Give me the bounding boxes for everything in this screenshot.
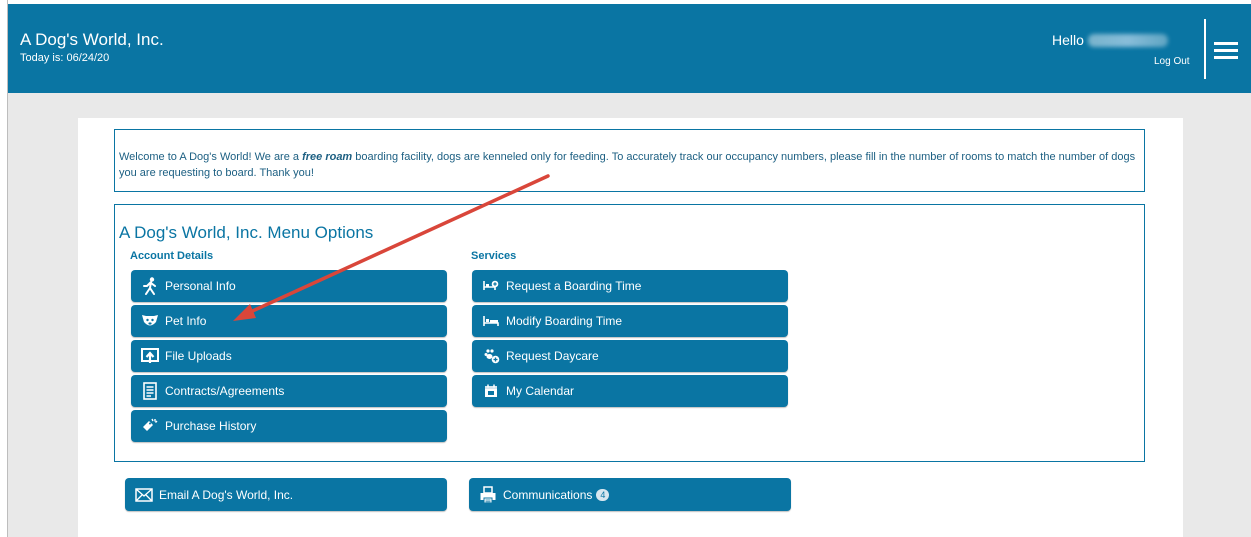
hamburger-menu-icon[interactable] bbox=[1214, 42, 1238, 60]
request-boarding-time-button[interactable]: Request a Boarding Time bbox=[472, 270, 788, 302]
dog-face-icon bbox=[141, 312, 159, 330]
bed-plus-icon bbox=[482, 277, 500, 295]
upload-icon bbox=[141, 347, 159, 365]
account-details-label: Account Details bbox=[130, 250, 214, 262]
request-boarding-time-label: Request a Boarding Time bbox=[506, 279, 642, 293]
paws-plus-icon bbox=[482, 347, 500, 365]
envelope-icon bbox=[135, 486, 153, 504]
personal-info-label: Personal Info bbox=[165, 279, 236, 293]
contracts-agreements-button[interactable]: Contracts/Agreements bbox=[131, 375, 447, 407]
main-content: Welcome to A Dog's World! We are a free … bbox=[78, 118, 1183, 537]
services-label: Services bbox=[471, 250, 517, 262]
price-tag-icon bbox=[141, 417, 159, 435]
window-left-edge bbox=[0, 0, 8, 537]
greeting: Hello bbox=[1052, 32, 1168, 48]
blurred-user-name bbox=[1087, 34, 1168, 47]
pet-info-label: Pet Info bbox=[165, 314, 207, 328]
document-icon bbox=[141, 382, 159, 400]
communications-label: Communications bbox=[503, 487, 593, 502]
communications-button[interactable]: Communications 4 bbox=[469, 478, 791, 511]
welcome-message: Welcome to A Dog's World! We are a free … bbox=[114, 129, 1145, 192]
header-divider bbox=[1204, 19, 1206, 79]
file-uploads-button[interactable]: File Uploads bbox=[131, 340, 447, 372]
running-person-icon bbox=[141, 277, 159, 295]
modify-boarding-time-button[interactable]: Modify Boarding Time bbox=[472, 305, 788, 337]
purchase-history-button[interactable]: Purchase History bbox=[131, 410, 447, 442]
request-daycare-label: Request Daycare bbox=[506, 349, 599, 363]
pet-info-button[interactable]: Pet Info bbox=[131, 305, 447, 337]
email-button[interactable]: Email A Dog's World, Inc. bbox=[125, 478, 447, 511]
personal-info-button[interactable]: Personal Info bbox=[131, 270, 447, 302]
greeting-text: Hello bbox=[1052, 32, 1084, 48]
welcome-text-start: Welcome to A Dog's World! We are a bbox=[119, 151, 303, 163]
top-header: A Dog's World, Inc. Today is: 06/24/20 H… bbox=[8, 4, 1251, 93]
brand-name: A Dog's World, Inc. bbox=[20, 30, 164, 49]
menu-options-panel: A Dog's World, Inc. Menu Options Account… bbox=[114, 204, 1145, 462]
file-uploads-label: File Uploads bbox=[165, 349, 232, 363]
purchase-history-label: Purchase History bbox=[165, 419, 257, 433]
logout-link[interactable]: Log Out bbox=[1154, 56, 1190, 67]
bed-icon bbox=[482, 312, 500, 330]
communications-count-badge: 4 bbox=[596, 488, 610, 501]
today-date: Today is: 06/24/20 bbox=[20, 52, 110, 64]
contracts-agreements-label: Contracts/Agreements bbox=[165, 384, 285, 398]
printer-icon bbox=[479, 485, 497, 504]
menu-title: A Dog's World, Inc. Menu Options bbox=[119, 223, 374, 242]
modify-boarding-time-label: Modify Boarding Time bbox=[506, 314, 623, 328]
request-daycare-button[interactable]: Request Daycare bbox=[472, 340, 788, 372]
my-calendar-button[interactable]: My Calendar bbox=[472, 375, 788, 407]
welcome-emphasis: free roam bbox=[302, 151, 353, 163]
email-label: Email A Dog's World, Inc. bbox=[159, 487, 294, 502]
calendar-icon bbox=[482, 382, 500, 400]
my-calendar-label: My Calendar bbox=[506, 384, 575, 398]
